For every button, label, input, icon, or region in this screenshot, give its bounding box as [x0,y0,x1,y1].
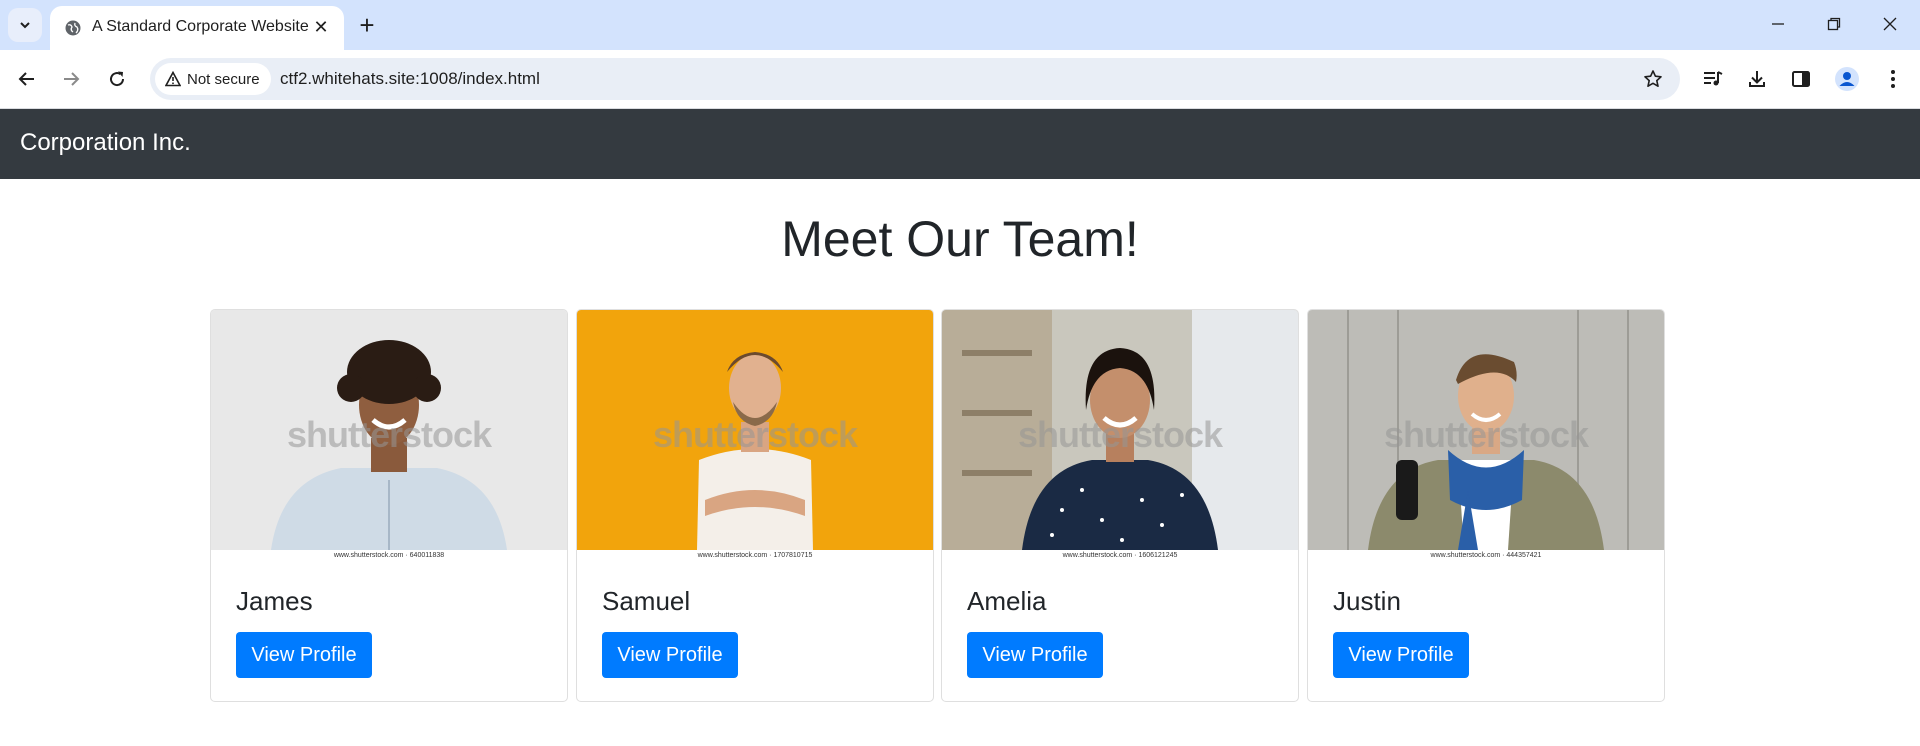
profile-avatar-icon[interactable] [1832,64,1862,94]
stock-id: www.shutterstock.com · 640011838 [211,550,567,561]
globe-icon [65,20,81,36]
member-name: Justin [1333,586,1401,616]
close-tab-icon[interactable]: ✕ [310,16,332,38]
view-profile-button[interactable]: View Profile [967,632,1103,678]
download-icon[interactable] [1742,64,1772,94]
view-profile-button[interactable]: View Profile [602,632,738,678]
tab-title: A Standard Corporate Website [92,18,309,35]
minimize-icon [1772,23,1784,25]
stock-id: www.shutterstock.com · 1707810715 [577,550,933,561]
team-card: shutterstock www.shutterstock.com · 4443… [1307,309,1665,702]
warning-icon [165,71,181,87]
team-member-photo: shutterstock [577,310,933,550]
view-profile-button[interactable]: View Profile [236,632,372,678]
team-member-photo: shutterstock [211,310,567,550]
member-name: Amelia [967,586,1047,616]
reload-icon [110,71,125,87]
browser-tab[interactable]: A Standard Corporate Website ✕ [50,6,344,50]
address-bar[interactable]: Not secure ctf2.whitehats.site:1008/inde… [150,58,1680,100]
side-panel-icon[interactable] [1786,64,1816,94]
chevron-down-icon [20,22,30,29]
stock-id: www.shutterstock.com · 1606121245 [942,550,1298,561]
restore-button[interactable] [1812,6,1856,42]
security-label: Not secure [187,70,260,88]
browser-toolbar: Not secure ctf2.whitehats.site:1008/inde… [0,50,1920,108]
browser-tab-strip: A Standard Corporate Website ✕ + [0,0,1920,50]
minimize-button[interactable] [1756,6,1800,42]
forward-button[interactable] [52,60,90,98]
close-icon [1883,17,1897,31]
arrow-left-icon [18,72,34,86]
team-card: shutterstock www.shutterstock.com · 1707… [576,309,934,702]
media-controls-icon[interactable] [1698,64,1728,94]
brand-link[interactable]: Corporation Inc. [20,129,191,157]
restore-icon [1827,17,1841,31]
bookmark-star-icon[interactable] [1640,66,1666,92]
team-member-photo: shutterstock [1308,310,1664,550]
member-name: James [236,586,313,616]
team-cards: shutterstock www.shutterstock.com · 6400… [210,309,1666,703]
page-heading: Meet Our Team! [781,211,1139,267]
new-tab-button[interactable]: + [352,10,382,40]
site-info-chip[interactable]: Not secure [155,63,271,95]
reload-button[interactable] [98,60,136,98]
member-name: Samuel [602,586,691,616]
stock-id: www.shutterstock.com · 444357421 [1308,550,1664,561]
url-text[interactable]: ctf2.whitehats.site:1008/index.html [280,69,540,89]
team-member-photo: shutterstock [942,310,1298,550]
back-button[interactable] [8,60,46,98]
menu-kebab-icon[interactable] [1878,64,1908,94]
team-card: shutterstock www.shutterstock.com · 6400… [210,309,568,702]
site-navbar: Corporation Inc. [0,109,1920,179]
arrow-right-icon [64,72,80,86]
view-profile-button[interactable]: View Profile [1333,632,1469,678]
watermark: shutterstock [286,414,492,455]
close-window-button[interactable] [1868,6,1912,42]
tab-search-button[interactable] [8,8,42,42]
team-card: shutterstock www.shutterstock.com · 1606… [941,309,1299,702]
watermark: shutterstock [1383,414,1589,455]
watermark: shutterstock [652,414,858,455]
watermark: shutterstock [1017,414,1223,455]
